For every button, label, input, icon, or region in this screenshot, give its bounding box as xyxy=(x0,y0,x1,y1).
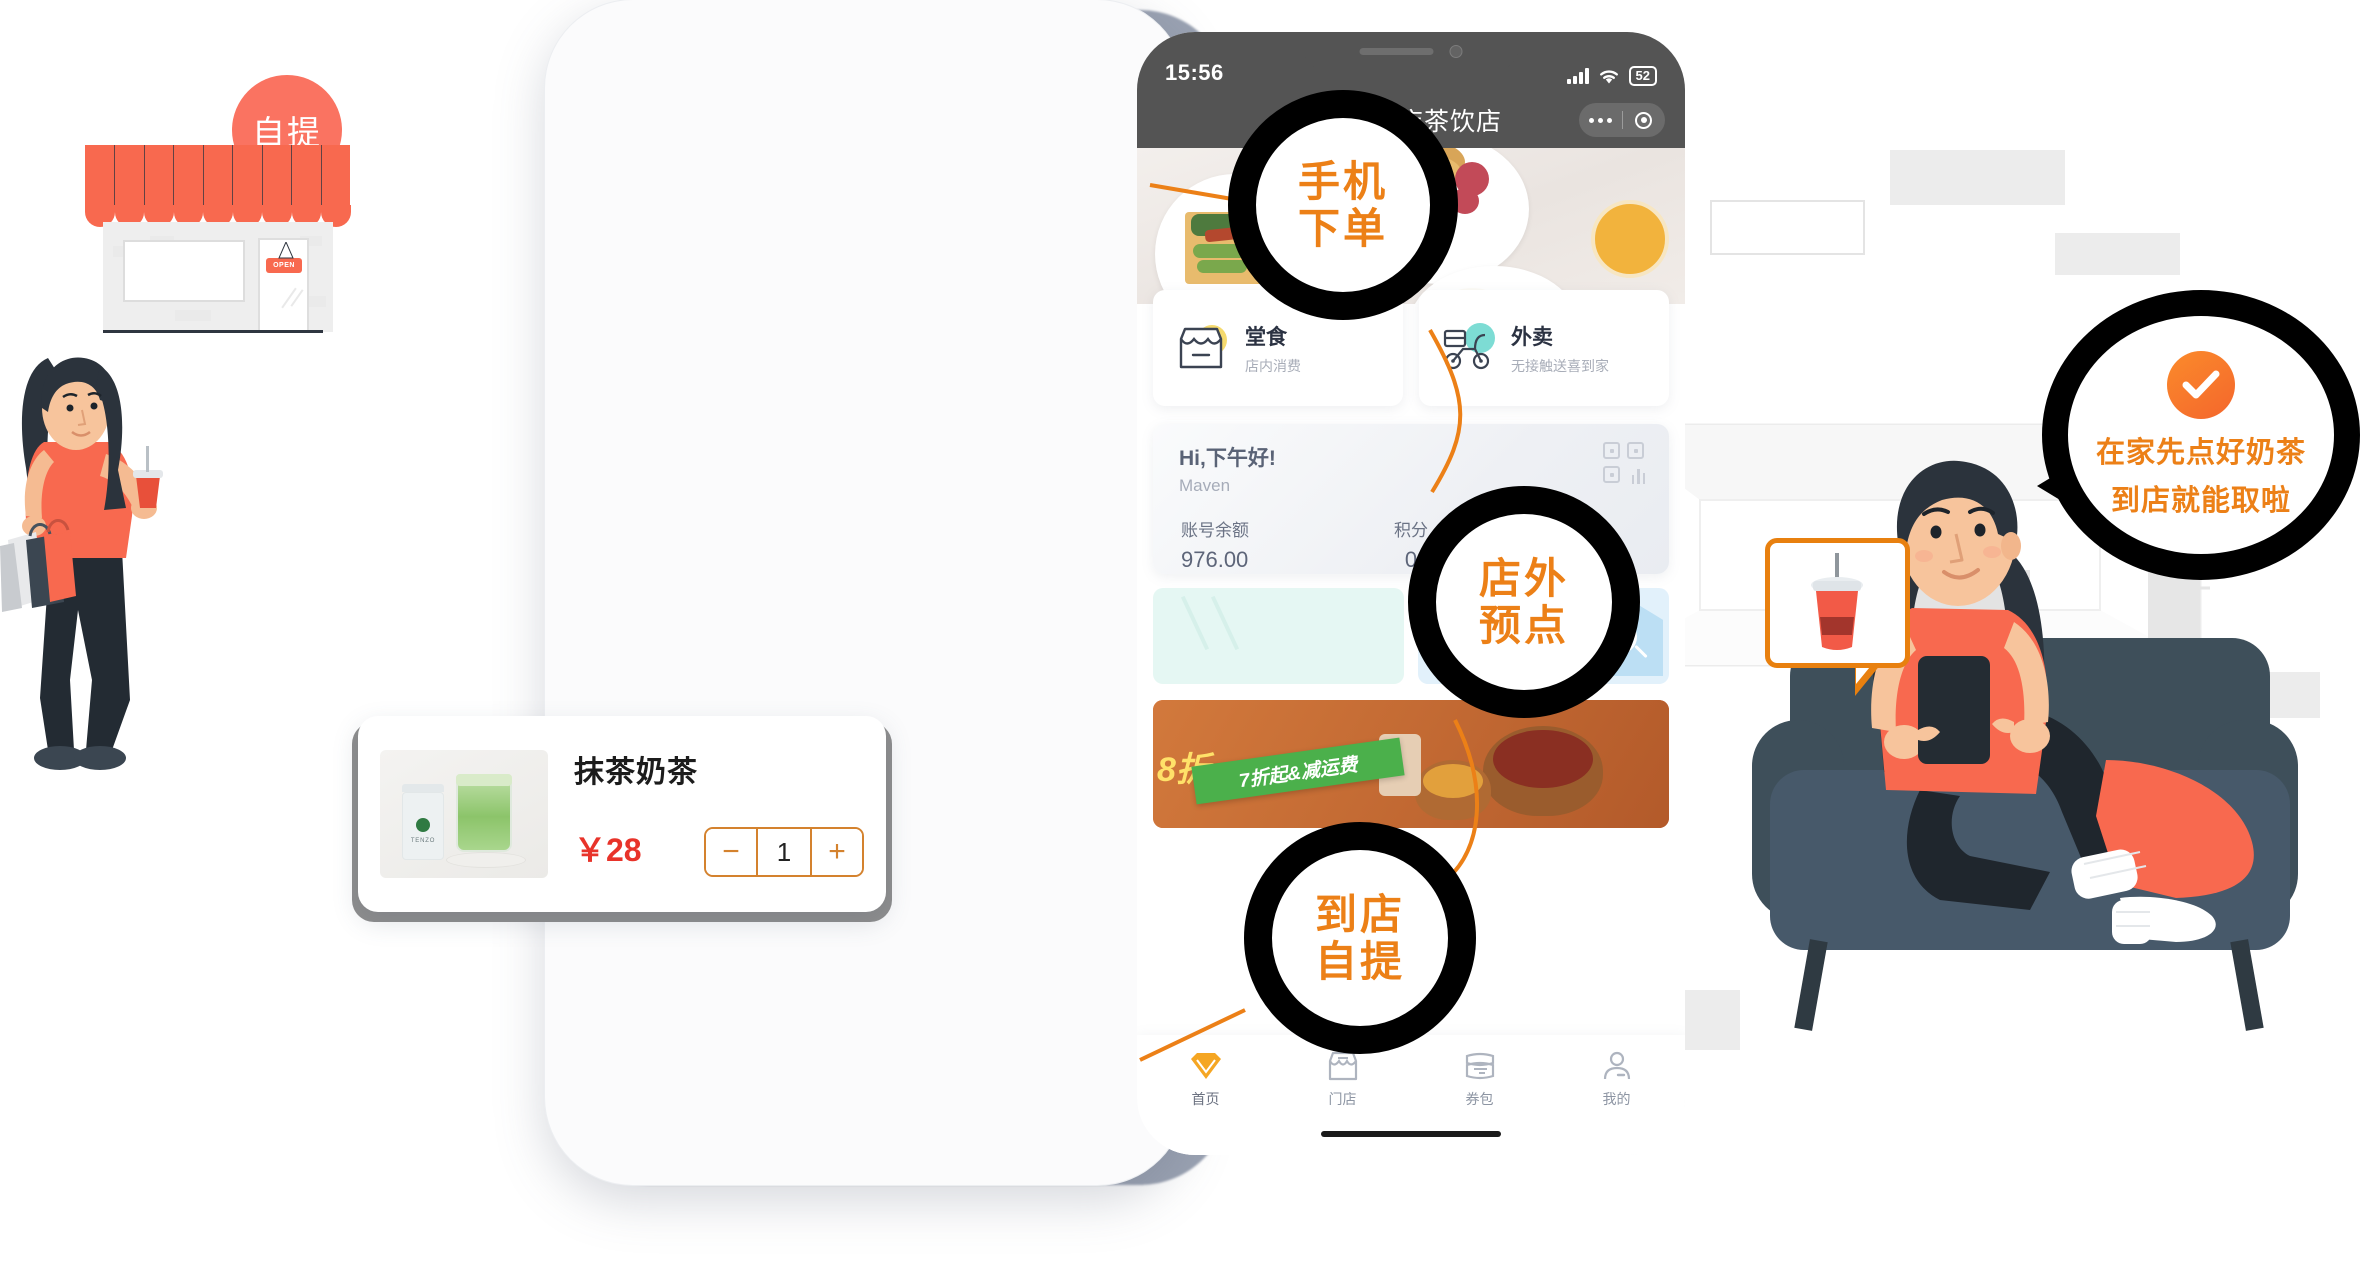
more-dots-icon[interactable] xyxy=(1579,117,1622,123)
service-card-title: 外卖 xyxy=(1511,325,1553,349)
bg-tile xyxy=(2055,233,2180,275)
service-card-texts: 堂食 店内消费 xyxy=(1245,321,1301,376)
coaster xyxy=(446,852,526,868)
open-sign-label: OPEN xyxy=(273,262,295,269)
tab-profile[interactable]: 我的 xyxy=(1548,1051,1685,1109)
awning-stripes xyxy=(85,145,350,205)
speech-bubble-line1: 在家先点好奶茶 xyxy=(2095,437,2306,469)
status-indicators: 52 xyxy=(1567,66,1657,86)
target-circle-icon[interactable] xyxy=(1623,111,1666,129)
service-card-title: 堂食 xyxy=(1245,325,1287,349)
service-card-subtitle: 店内消费 xyxy=(1245,357,1301,374)
check-circle-icon xyxy=(2167,351,2235,419)
store-ground-line xyxy=(103,330,323,333)
storefront-illustration: 自提 OPEN xyxy=(0,0,520,780)
food-bowl-small-content xyxy=(1423,764,1483,798)
tab-label: 首页 xyxy=(1191,1091,1220,1107)
quantity-value[interactable]: 1 xyxy=(756,829,812,875)
orange-juice-glass xyxy=(1591,200,1669,278)
callout-line1: 手机 xyxy=(1297,157,1388,205)
battery-indicator: 52 xyxy=(1628,66,1657,86)
store-window xyxy=(123,240,245,302)
product-price: ￥28 xyxy=(574,832,642,868)
status-bar: 15:56 52 xyxy=(1137,32,1685,92)
diamond-icon xyxy=(1190,1053,1221,1079)
brick xyxy=(175,310,211,321)
signal-bars-icon xyxy=(1567,68,1589,84)
shop-icon xyxy=(1328,1051,1357,1081)
qr-scan-icon[interactable] xyxy=(1603,442,1645,484)
person-icon xyxy=(1603,1051,1630,1080)
open-sign: OPEN xyxy=(266,258,302,273)
service-card-texts: 外卖 无接触送喜到家 xyxy=(1511,321,1609,376)
decorative-slash xyxy=(1180,595,1210,651)
wechat-capsule[interactable] xyxy=(1579,103,1665,137)
greeting-text: Hi,下午好! xyxy=(1179,447,1276,470)
tab-label: 我的 xyxy=(1602,1091,1631,1107)
decrement-button[interactable]: − xyxy=(706,829,756,875)
coupon-icon xyxy=(1465,1052,1494,1080)
phone-frame: 15:56 52 思迅天店茶饮店 xyxy=(545,0,1685,1185)
wifi-icon xyxy=(1599,69,1618,83)
service-card-row: 堂食 店内消费 外卖 无接触送喜到家 xyxy=(1153,290,1669,406)
product-popup: TENZO 抹茶奶茶 ￥28 − 1 + xyxy=(352,716,892,924)
speech-bubble: 在家先点好奶茶 到店就能取啦 xyxy=(2042,290,2360,580)
bottom-tab-bar: 首页 门店 券包 我的 xyxy=(1137,1035,1685,1155)
food-bowl-content xyxy=(1493,730,1593,788)
tab-home[interactable]: 首页 xyxy=(1137,1051,1274,1109)
home-indicator xyxy=(1321,1131,1501,1137)
stat-value: 976.00 xyxy=(1181,547,1249,572)
earpiece-speaker xyxy=(1359,47,1434,55)
promo-banner[interactable]: 8折 7折起&减运费 xyxy=(1153,700,1669,828)
scooter-delivery-icon xyxy=(1441,323,1497,373)
tab-stores[interactable]: 门店 xyxy=(1274,1051,1411,1109)
tab-label: 门店 xyxy=(1328,1091,1357,1107)
callout-mobile-order: 手机 下单 xyxy=(1228,90,1458,320)
product-name: 抹茶奶茶 xyxy=(574,756,698,789)
front-camera-icon xyxy=(1449,44,1463,58)
shopper-figure xyxy=(0,357,163,770)
matcha-foam xyxy=(456,774,512,786)
status-time: 15:56 xyxy=(1165,60,1224,85)
callout-line2: 预点 xyxy=(1478,602,1569,649)
matcha-can-logo xyxy=(416,818,430,832)
product-info: 抹茶奶茶 ￥28 − 1 + xyxy=(574,739,864,889)
decorative-slash xyxy=(1210,595,1240,651)
quick-entry-left[interactable] xyxy=(1153,588,1404,684)
service-card-delivery[interactable]: 外卖 无接触送喜到家 xyxy=(1419,290,1669,406)
quantity-stepper[interactable]: − 1 + xyxy=(704,827,864,877)
increment-button[interactable]: + xyxy=(812,829,862,875)
callout-line2: 下单 xyxy=(1297,205,1388,252)
drink-thought-bubble xyxy=(1765,538,1910,668)
phone-notch xyxy=(1303,32,1519,70)
tab-coupons[interactable]: 券包 xyxy=(1411,1051,1548,1109)
matcha-can-label: TENZO xyxy=(410,838,436,844)
product-card[interactable]: TENZO 抹茶奶茶 ￥28 − 1 + xyxy=(358,716,886,912)
callout-preorder-offsite: 店外 预点 xyxy=(1408,486,1640,718)
poster-canvas: 自提 OPEN 15:56 52 堂食 店内消费 外卖 无接触送喜到家 Hi,下… xyxy=(0,0,2378,1274)
service-card-subtitle: 无接触送喜到家 xyxy=(1511,357,1609,374)
username-text: Maven xyxy=(1179,476,1231,495)
bg-tile-outline xyxy=(1710,200,1865,255)
avocado-slice xyxy=(1197,260,1247,273)
matcha-can-lid xyxy=(402,784,444,792)
tab-label: 券包 xyxy=(1465,1091,1494,1107)
callout-line2: 自提 xyxy=(1314,938,1405,985)
callout-line1: 到店 xyxy=(1314,890,1405,938)
callout-line1: 店外 xyxy=(1478,554,1569,602)
open-sign-hanger xyxy=(278,242,294,259)
product-image: TENZO xyxy=(380,750,548,878)
callout-store-pickup: 到店 自提 xyxy=(1244,822,1476,1054)
stat-balance: 账号余额 976.00 xyxy=(1153,516,1325,573)
storefront-icon xyxy=(1175,323,1231,373)
drink-cup-icon xyxy=(1810,553,1863,650)
bg-tile xyxy=(1890,150,2065,205)
stat-label: 账号余额 xyxy=(1181,521,1249,540)
speech-bubble-line2: 到店就能取啦 xyxy=(2110,485,2291,517)
